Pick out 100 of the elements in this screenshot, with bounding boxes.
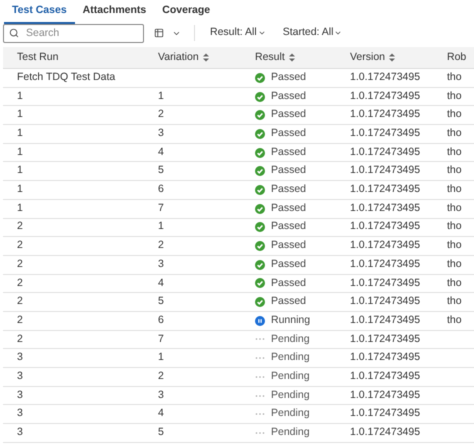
status-label: Passed [271, 88, 306, 104]
table-cell: 1.0.172473495 [350, 258, 420, 270]
search-icon [9, 28, 19, 38]
status-label: Pending [271, 350, 310, 366]
column-header[interactable]: Result [255, 50, 295, 66]
table-cell: 2 [158, 239, 164, 252]
search-field[interactable]: Search [3, 24, 144, 42]
table-cell: 1.0.172473495 [350, 370, 420, 382]
table-cell: 6 [158, 183, 164, 196]
table-cell: 7 [158, 202, 164, 214]
table-cell: tho [447, 239, 462, 252]
table-cell: 3 [158, 258, 164, 270]
table-cell: tho [447, 183, 462, 196]
table-cell: Fetch TDQ Test Data [17, 70, 116, 83]
tab[interactable]: Test Cases [4, 0, 75, 24]
table-cell: tho [447, 146, 462, 158]
status-label: Running [271, 312, 310, 328]
status-label: Pending [271, 388, 310, 403]
status-label: Pending [271, 425, 310, 440]
table-cell: tho [447, 276, 462, 289]
check-circle-icon [255, 278, 265, 288]
column-header[interactable]: Version [350, 50, 396, 66]
tab[interactable]: Attachments [74, 0, 154, 24]
tab[interactable]: Coverage [154, 0, 218, 24]
table-cell: 1 [158, 90, 164, 102]
check-circle-icon [255, 148, 265, 158]
table-cell: 7 [158, 332, 164, 345]
check-circle-icon [255, 241, 265, 252]
table-cell: 1 [17, 127, 23, 140]
check-circle-icon [255, 110, 265, 120]
table-cell: 1.0.172473495 [350, 314, 420, 326]
status-label: Passed [271, 107, 306, 122]
table-icon [154, 28, 164, 38]
table-cell: 3 [158, 388, 164, 401]
table-cell: tho [447, 295, 462, 308]
table-cell: 3 [17, 388, 23, 401]
table-cell: 2 [17, 332, 23, 345]
column-picker-button[interactable] [153, 28, 182, 38]
table-cell: 1.0.172473495 [350, 183, 420, 196]
status-label: Passed [271, 182, 306, 198]
table-cell: tho [447, 127, 462, 140]
table-cell: 4 [158, 407, 164, 420]
pause-circle-icon [255, 316, 265, 326]
table-cell: 2 [17, 276, 23, 289]
table-cell: 1 [17, 146, 23, 158]
check-circle-icon [255, 128, 265, 139]
status-label: Passed [271, 276, 306, 291]
status-label: Passed [271, 126, 306, 142]
table-cell: 1 [17, 108, 23, 120]
status-label: Passed [271, 294, 306, 310]
table-cell: 5 [158, 426, 164, 438]
chevron-icon [258, 29, 266, 37]
table-cell: 3 [17, 407, 23, 420]
table-cell: 1.0.172473495 [350, 164, 420, 176]
check-circle-icon [255, 92, 265, 102]
status-label: Passed [271, 200, 306, 216]
status-label: Passed [271, 70, 306, 85]
table-cell: 3 [17, 351, 23, 364]
table-cell: 4 [158, 276, 164, 289]
status-label: Pending [271, 406, 310, 422]
table-cell: 5 [158, 295, 164, 308]
table-cell: 1.0.172473495 [350, 202, 420, 214]
table-cell: 6 [158, 314, 164, 326]
table-cell: tho [447, 258, 462, 270]
check-circle-icon [255, 297, 265, 308]
status-label: Passed [271, 163, 306, 178]
table-cell: 4 [158, 146, 164, 158]
table-cell: 1.0.172473495 [350, 351, 420, 364]
table-cell: 2 [17, 314, 23, 326]
table-cell: 2 [158, 108, 164, 120]
table-cell: 1.0.172473495 [350, 407, 420, 420]
status-label: Passed [271, 238, 306, 254]
table-cell: 1.0.172473495 [350, 90, 420, 102]
table-cell: 1 [17, 183, 23, 196]
table-cell: 1.0.172473495 [350, 70, 420, 83]
check-circle-icon [255, 222, 265, 232]
table-cell: 3 [17, 426, 23, 438]
table-cell: 1.0.172473495 [350, 276, 420, 289]
table-cell: 1.0.172473495 [350, 146, 420, 158]
column-header[interactable]: Variation [158, 50, 209, 66]
table-cell: tho [447, 90, 462, 102]
table-cell: 1 [17, 164, 23, 176]
column-header: Test Run [17, 50, 58, 65]
table-cell: 1.0.172473495 [350, 220, 420, 232]
table-cell: 2 [17, 220, 23, 232]
table-cell: 1 [17, 202, 23, 214]
table-cell: 1 [17, 90, 23, 102]
check-circle-icon [255, 260, 265, 270]
filter-dropdown[interactable]: Started: All [282, 25, 342, 41]
table-cell: 3 [17, 370, 23, 382]
table-cell: 1.0.172473495 [350, 127, 420, 140]
filter-dropdown[interactable]: Result: All [210, 25, 266, 41]
check-circle-icon [255, 184, 265, 195]
table-cell: 1.0.172473495 [350, 239, 420, 252]
table-cell: 1.0.172473495 [350, 388, 420, 401]
check-circle-icon [255, 166, 265, 176]
table-cell: tho [447, 108, 462, 120]
table-cell: 1.0.172473495 [350, 426, 420, 438]
table-cell: 1.0.172473495 [350, 332, 420, 345]
table-cell: 1.0.172473495 [350, 295, 420, 308]
